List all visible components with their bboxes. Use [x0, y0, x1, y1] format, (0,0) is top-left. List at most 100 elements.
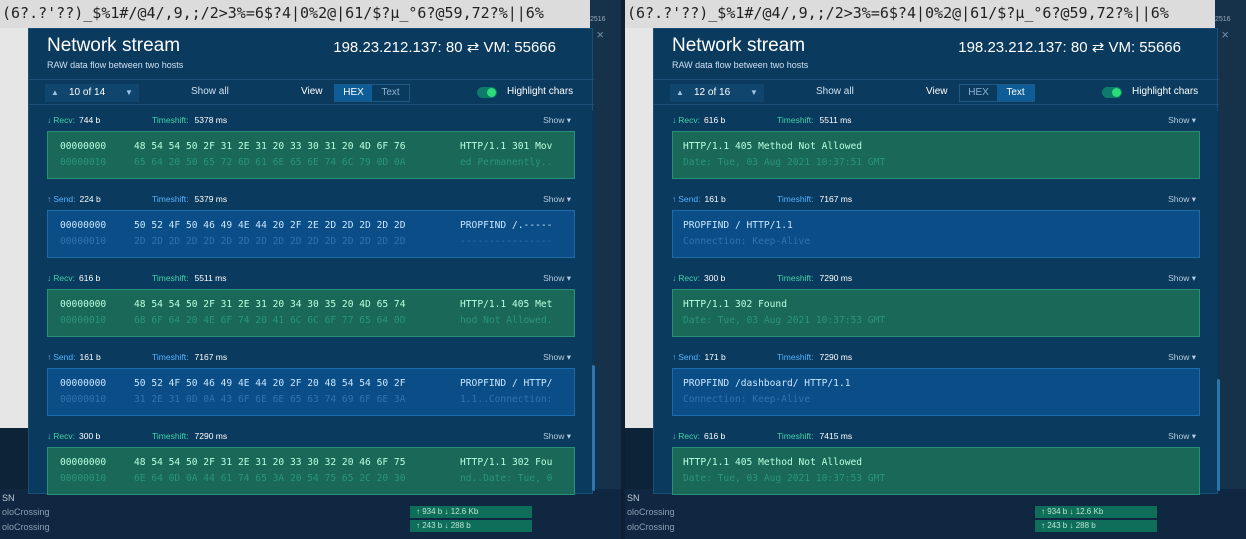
- timeshift-label: Timeshift:: [777, 194, 814, 204]
- show-dropdown[interactable]: Show ▾: [543, 352, 571, 363]
- chevron-up-icon[interactable]: ▲: [47, 84, 63, 102]
- show-dropdown[interactable]: Show ▾: [1168, 194, 1196, 205]
- show-label: Show: [1168, 194, 1190, 204]
- background-traffic-cell: ↑ 243 b ↓ 288 b: [1035, 520, 1157, 532]
- timeshift-value: 5511 ms: [194, 273, 227, 283]
- hex-offset: 00000010: [60, 315, 107, 326]
- show-dropdown[interactable]: Show ▾: [543, 273, 571, 284]
- text-view-button[interactable]: Text: [372, 85, 409, 101]
- timeshift: Timeshift: 7415 ms: [777, 431, 852, 441]
- show-label: Show: [1168, 431, 1190, 441]
- show-label: Show: [543, 115, 565, 125]
- stream-toolbar: ▲ 10 of 14 ▼ Show all View HEX Text High…: [29, 79, 594, 105]
- packet-size: 300 b: [703, 273, 726, 283]
- packet-header: ↓ Recv: 300 b Timeshift: 7290 ms Show ▾: [47, 429, 575, 443]
- background-row-label: oloCrossing: [627, 522, 675, 532]
- text-view-button[interactable]: Text: [997, 85, 1034, 101]
- timeshift-label: Timeshift:: [777, 115, 814, 125]
- scrollbar[interactable]: [1217, 111, 1220, 491]
- direction-recv: ↓ Recv: 616 b: [672, 115, 725, 125]
- hex-view-button[interactable]: HEX: [335, 85, 372, 101]
- background-tag: 2516: [1215, 16, 1231, 23]
- close-icon[interactable]: ×: [1221, 27, 1229, 42]
- timeshift-label: Timeshift:: [152, 194, 189, 204]
- packet-header: ↓ Recv: 744 b Timeshift: 5378 ms Show ▾: [47, 113, 575, 127]
- timeshift-value: 5379 ms: [194, 194, 228, 204]
- text-line: Date: Tue, 03 Aug 2021 10:37:51 GMT: [683, 157, 886, 168]
- packet-content: PROPFIND / HTTP/1.1 Connection: Keep-Ali…: [672, 210, 1200, 258]
- packet-size: 161 b: [704, 194, 726, 204]
- right-screenshot: (6?.?'??)_$%1#/@4/,9,;/2>3%=6$?4|0%2@|61…: [625, 0, 1246, 539]
- toggle-knob: [487, 88, 496, 97]
- direction-send: ↑ Send: 161 b: [47, 352, 101, 362]
- scrollbar-thumb[interactable]: [592, 365, 595, 491]
- direction-label: Recv:: [53, 431, 75, 441]
- arrow-down-icon: ↓: [47, 431, 52, 441]
- show-all-button[interactable]: Show all: [191, 86, 229, 97]
- text-line: Connection: Keep-Alive: [683, 394, 811, 405]
- direction-label: Send:: [678, 352, 701, 362]
- timeshift-value: 5511 ms: [819, 115, 852, 125]
- show-dropdown[interactable]: Show ▾: [1168, 431, 1196, 442]
- hex-bytes: 31 2E 31 0D 0A 43 6F 6E 6E 65 63 74 69 6…: [134, 394, 406, 405]
- chevron-down-icon[interactable]: ▼: [746, 84, 762, 102]
- view-mode-toggle: HEX Text: [334, 84, 410, 102]
- packet-pager: ▲ 12 of 16 ▼: [670, 84, 764, 102]
- timeshift: Timeshift: 5511 ms: [152, 273, 227, 283]
- timeshift: Timeshift: 5511 ms: [777, 115, 852, 125]
- timeshift-label: Timeshift:: [777, 431, 814, 441]
- toggle-knob: [1112, 88, 1121, 97]
- highlight-chars-toggle[interactable]: [477, 87, 497, 98]
- show-dropdown[interactable]: Show ▾: [543, 115, 571, 126]
- packet-content: 00000000 48 54 54 50 2F 31 2E 31 20 33 3…: [47, 447, 575, 495]
- scrollbar[interactable]: [592, 111, 595, 491]
- direction-send: ↑ Send: 161 b: [672, 194, 726, 204]
- text-line: HTTP/1.1 302 Found: [683, 299, 787, 310]
- direction-send: ↑ Send: 171 b: [672, 352, 726, 362]
- show-dropdown[interactable]: Show ▾: [1168, 273, 1196, 284]
- pager-text: 12 of 16: [694, 87, 731, 98]
- close-icon[interactable]: ×: [596, 27, 604, 42]
- background-traffic-cell: ↑ 934 b ↓ 12.6 Kb: [410, 506, 532, 518]
- background-traffic-cell: ↑ 934 b ↓ 12.6 Kb: [1035, 506, 1157, 518]
- highlight-chars-toggle[interactable]: [1102, 87, 1122, 98]
- show-dropdown[interactable]: Show ▾: [1168, 352, 1196, 363]
- show-all-button[interactable]: Show all: [816, 86, 854, 97]
- ascii-text: HTTP/1.1 302 Fou: [460, 457, 553, 468]
- text-line: Connection: Keep-Alive: [683, 236, 811, 247]
- scrollbar-thumb[interactable]: [1217, 379, 1220, 491]
- packet-content: 00000000 48 54 54 50 2F 31 2E 31 20 34 3…: [47, 289, 575, 337]
- background-tag: 2516: [590, 16, 606, 23]
- timeshift-value: 7290 ms: [819, 352, 853, 362]
- timeshift: Timeshift: 7290 ms: [777, 273, 852, 283]
- chevron-up-icon[interactable]: ▲: [672, 84, 688, 102]
- packet-size: 744 b: [78, 115, 101, 125]
- background-row-label: oloCrossing: [2, 507, 50, 517]
- packet-header: ↓ Recv: 616 b Timeshift: 7415 ms Show ▾: [672, 429, 1200, 443]
- hex-offset: 00000000: [60, 141, 107, 152]
- hex-bytes: 65 64 20 50 65 72 6D 61 6E 65 6E 74 6C 7…: [134, 157, 406, 168]
- show-dropdown[interactable]: Show ▾: [543, 431, 571, 442]
- direction-label: Recv:: [678, 273, 700, 283]
- modal-subtitle: RAW data flow between two hosts: [672, 60, 809, 70]
- highlight-chars-label: Highlight chars: [1132, 86, 1199, 97]
- timeshift: Timeshift: 7167 ms: [777, 194, 852, 204]
- background-bottom-table: SN oloCrossing oloCrossing ↑ 934 b ↓ 12.…: [0, 489, 621, 539]
- hex-view-button[interactable]: HEX: [960, 85, 997, 101]
- show-label: Show: [543, 273, 565, 283]
- background-sn-header: SN: [627, 493, 640, 503]
- packet-header: ↓ Recv: 616 b Timeshift: 5511 ms Show ▾: [672, 113, 1200, 127]
- chevron-down-icon[interactable]: ▼: [121, 84, 137, 102]
- direction-recv: ↓ Recv: 616 b: [672, 431, 725, 441]
- endpoint-label: 198.23.212.137: 80 ⇄ VM: 55666: [958, 39, 1181, 56]
- timeshift-value: 7167 ms: [819, 194, 853, 204]
- modal-title: Network stream: [47, 35, 181, 56]
- timeshift: Timeshift: 5378 ms: [152, 115, 227, 125]
- background-sn-header: SN: [2, 493, 15, 503]
- view-label: View: [926, 86, 948, 97]
- show-dropdown[interactable]: Show ▾: [1168, 115, 1196, 126]
- packet-content: HTTP/1.1 302 Found Date: Tue, 03 Aug 202…: [672, 289, 1200, 337]
- ascii-text: PROPFIND / HTTP/: [460, 378, 553, 389]
- show-dropdown[interactable]: Show ▾: [543, 194, 571, 205]
- view-label: View: [301, 86, 323, 97]
